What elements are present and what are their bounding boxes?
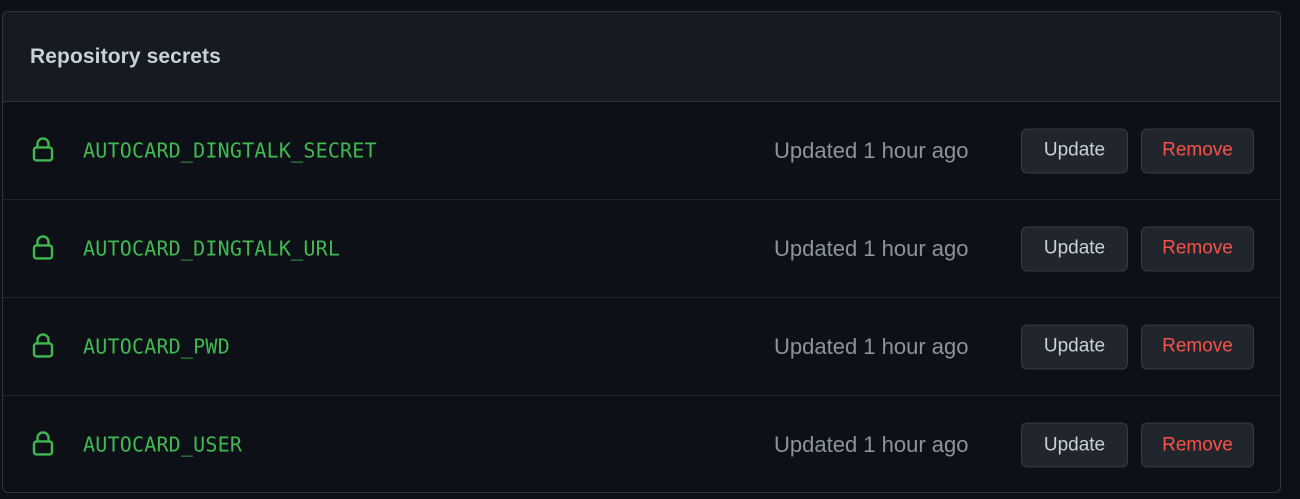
lock-icon xyxy=(32,234,54,260)
updated-timestamp: Updated 1 hour ago xyxy=(774,235,969,261)
secret-name: AUTOCARD_DINGTALK_URL xyxy=(83,236,341,261)
lock-icon xyxy=(32,431,54,456)
update-button[interactable]: Update xyxy=(1021,324,1128,369)
update-button[interactable]: Update xyxy=(1021,226,1128,271)
lock-icon xyxy=(32,136,54,162)
panel-header: Repository secrets xyxy=(3,12,1280,102)
lock-icon xyxy=(32,332,54,358)
updated-timestamp: Updated 1 hour ago xyxy=(774,432,969,457)
update-button[interactable]: Update xyxy=(1021,422,1128,468)
update-button[interactable]: Update xyxy=(1021,128,1128,173)
panel-title: Repository secrets xyxy=(30,44,221,68)
remove-button[interactable]: Remove xyxy=(1141,226,1254,271)
secret-name: AUTOCARD_PWD xyxy=(83,334,230,359)
secret-name: AUTOCARD_USER xyxy=(83,432,243,457)
updated-timestamp: Updated 1 hour ago xyxy=(774,333,969,359)
remove-button[interactable]: Remove xyxy=(1141,324,1254,369)
remove-button[interactable]: Remove xyxy=(1141,422,1254,468)
secret-row: AUTOCARD_DINGTALK_SECRET Updated 1 hour … xyxy=(3,102,1280,200)
secret-row: AUTOCARD_PWD Updated 1 hour ago Update R… xyxy=(3,298,1280,396)
secret-row: AUTOCARD_USER Updated 1 hour ago Update … xyxy=(3,396,1280,492)
updated-timestamp: Updated 1 hour ago xyxy=(774,137,969,163)
secret-row: AUTOCARD_DINGTALK_URL Updated 1 hour ago… xyxy=(3,200,1280,298)
remove-button[interactable]: Remove xyxy=(1141,128,1254,173)
secret-name: AUTOCARD_DINGTALK_SECRET xyxy=(83,138,377,163)
repository-secrets-panel: Repository secrets AUTOCARD_DINGTALK_SEC… xyxy=(2,11,1281,493)
